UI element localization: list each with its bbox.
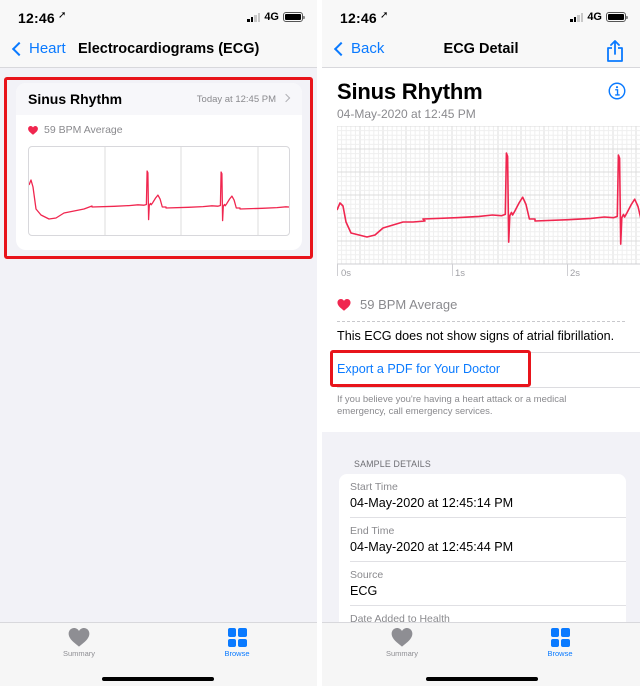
rhythm-title: Sinus Rhythm <box>337 79 483 104</box>
info-icon[interactable] <box>608 82 626 100</box>
card-date: Today at 12:45 PM <box>196 94 276 105</box>
tab-label: Browse <box>224 649 250 658</box>
dotted-divider <box>337 321 625 322</box>
network-type: 4G <box>264 11 279 23</box>
heart-icon <box>337 298 351 311</box>
page-title: Electrocardiograms (ECG) <box>78 41 260 57</box>
status-bar: 12:46 ➚ 4G <box>0 0 317 36</box>
network-type: 4G <box>587 11 602 23</box>
section-header: SAMPLE DETAILS <box>354 459 431 469</box>
nav-bar: Heart Electrocardiograms (ECG) <box>0 36 317 68</box>
home-indicator[interactable] <box>426 677 538 681</box>
ecg-detail-screen: 12:46 ➚ 4G Back ECG Detail Sinus Rhythm … <box>322 0 640 686</box>
detail-row-start-time: Start Time 04-May-2020 at 12:45:14 PM <box>350 474 626 518</box>
grid-icon <box>550 628 570 647</box>
location-arrow-icon: ➚ <box>380 10 389 21</box>
divider <box>337 352 640 353</box>
ecg-waveform-chart <box>336 125 640 276</box>
ecg-thumbnail-chart <box>28 146 290 236</box>
tab-browse[interactable]: Browse <box>520 628 600 658</box>
share-icon[interactable] <box>606 40 624 62</box>
detail-key: End Time <box>350 525 395 537</box>
detail-value: 04-May-2020 at 12:45:44 PM <box>350 540 514 554</box>
nav-bar: Back ECG Detail <box>322 36 640 68</box>
ecg-waveform-svg <box>336 125 640 276</box>
sample-details-card: Start Time 04-May-2020 at 12:45:14 PM En… <box>339 474 626 634</box>
battery-icon <box>606 12 628 22</box>
status-indicators: 4G <box>570 11 628 23</box>
detail-key: Source <box>350 569 384 581</box>
heart-icon <box>28 125 38 135</box>
detail-value: 04-May-2020 at 12:45:14 PM <box>350 496 514 510</box>
bpm-text: 59 BPM Average <box>44 124 123 136</box>
grid-icon <box>227 628 247 647</box>
classification-text: This ECG does not show signs of atrial f… <box>337 329 615 343</box>
home-indicator[interactable] <box>102 677 214 681</box>
heart-icon <box>391 628 413 647</box>
divider <box>337 387 640 388</box>
bpm-row: 59 BPM Average <box>337 297 457 312</box>
status-time: 12:46 <box>18 10 55 26</box>
detail-value: ECG <box>350 584 378 598</box>
status-time: 12:46 <box>340 10 377 26</box>
recording-date: 04-May-2020 at 12:45 PM <box>337 107 476 121</box>
status-bar: 12:46 ➚ 4G <box>322 0 640 36</box>
export-pdf-link[interactable]: Export a PDF for Your Doctor <box>337 362 500 376</box>
detail-row-end-time: End Time 04-May-2020 at 12:45:44 PM <box>350 518 626 562</box>
heart-icon <box>68 628 90 647</box>
detail-key: Start Time <box>350 481 398 493</box>
battery-icon <box>283 12 305 22</box>
time-label-2s: 2s <box>570 268 581 279</box>
ecg-trace <box>29 170 289 222</box>
signal-icon <box>247 12 261 22</box>
tab-browse[interactable]: Browse <box>197 628 277 658</box>
ecg-thumbnail-svg <box>29 147 289 235</box>
tab-summary[interactable]: Summary <box>362 628 442 658</box>
chevron-left-icon <box>11 41 27 56</box>
tab-bar: Summary Browse <box>322 622 640 686</box>
tab-summary[interactable]: Summary <box>39 628 119 658</box>
tab-label: Summary <box>62 649 96 658</box>
tab-label: Summary <box>385 649 419 658</box>
signal-icon <box>570 12 584 22</box>
chevron-right-icon <box>281 93 291 103</box>
time-label-1s: 1s <box>455 268 466 279</box>
bpm-row: 59 BPM Average <box>28 124 123 136</box>
ecg-list-screen: 12:46 ➚ 4G Heart Electrocardiograms (ECG… <box>0 0 317 686</box>
card-title: Sinus Rhythm <box>28 91 123 107</box>
page-title: ECG Detail <box>443 41 519 57</box>
location-arrow-icon: ➚ <box>58 10 67 21</box>
status-indicators: 4G <box>247 11 305 23</box>
bpm-text: 59 BPM Average <box>360 297 458 312</box>
tab-bar: Summary Browse <box>0 622 317 686</box>
emergency-disclaimer: If you believe you're having a heart att… <box>337 394 567 417</box>
ecg-recording-card[interactable]: Sinus Rhythm Today at 12:45 PM 59 BPM Av… <box>16 83 302 250</box>
tab-label: Browse <box>547 649 573 658</box>
detail-row-source: Source ECG <box>350 562 626 606</box>
time-label-0s: 0s <box>341 268 352 279</box>
card-header: Sinus Rhythm Today at 12:45 PM <box>16 83 302 115</box>
